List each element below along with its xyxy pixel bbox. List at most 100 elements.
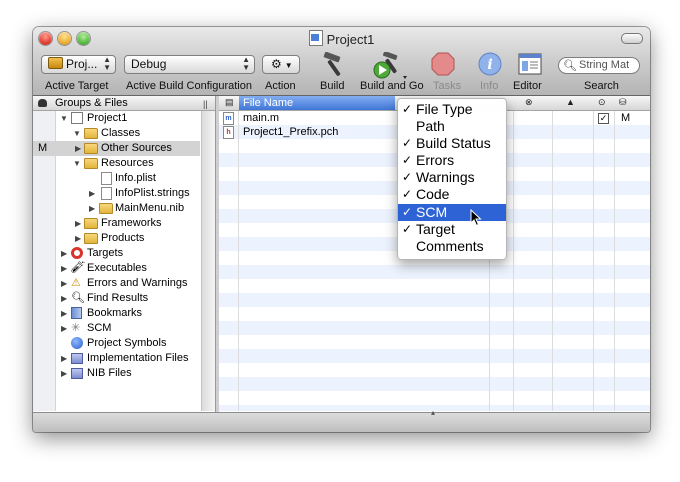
action-menu-button[interactable]: ⚙ ▼ (262, 55, 300, 74)
tasks-label: Tasks (433, 80, 462, 92)
menu-item-file-type[interactable]: ✓ File Type (398, 101, 506, 118)
build-configuration-popup[interactable]: Debug ▲ ▼ (124, 55, 255, 74)
disclosure-closed-icon[interactable]: ▶ (61, 366, 67, 381)
group-row-find-results[interactable]: ▶ 🔍︎ Find Results (33, 291, 200, 306)
target-checkbox[interactable]: ✓ (598, 113, 609, 124)
group-row-classes[interactable]: ▼ Classes (33, 126, 200, 141)
disclosure-open-icon[interactable]: ▼ (73, 156, 81, 171)
stop-icon (431, 52, 455, 76)
magnifier-icon: 🔍︎ (71, 292, 85, 304)
toolbar-toggle-button[interactable] (621, 33, 643, 44)
scm-status-badge: M (621, 112, 631, 124)
disclosure-closed-icon[interactable]: ▶ (61, 276, 67, 291)
search-field[interactable]: 🔍︎ String Mat (558, 57, 640, 74)
menu-item-label: Comments (416, 238, 484, 254)
h-file-icon: h (223, 126, 234, 139)
build-button[interactable] (320, 51, 350, 81)
file-type-column-icon[interactable]: ▤ (225, 97, 234, 108)
target-icon (48, 57, 63, 69)
groups-header[interactable]: Groups & Files || (33, 96, 215, 111)
disclosure-closed-icon[interactable]: ▶ (75, 231, 81, 246)
active-target-popup[interactable]: Proj... ▲ ▼ (41, 55, 116, 74)
tasks-button[interactable] (431, 52, 455, 79)
menu-item-scm[interactable]: ✓ SCM (398, 204, 506, 221)
group-label: Implementation Files (87, 352, 189, 364)
build-configuration-label: Active Build Configuration (126, 80, 252, 92)
window-title: Project1 (33, 30, 650, 47)
group-row-implementation-files[interactable]: ▶ Implementation Files (33, 351, 200, 366)
gear-icon: ⚙ (271, 57, 282, 71)
group-label: Info.plist (115, 172, 156, 184)
build-configuration-value: Debug (131, 57, 167, 71)
group-label: Other Sources (101, 142, 172, 154)
group-row-info-plist[interactable]: Info.plist (33, 171, 200, 186)
build-and-go-label: Build and Go (360, 80, 424, 92)
group-row-bookmarks[interactable]: ▶ Bookmarks (33, 306, 200, 321)
active-target-value: Proj... (66, 57, 98, 71)
build-and-go-button[interactable] (373, 51, 409, 83)
warnings-column-icon[interactable]: ▲ (566, 97, 575, 107)
disclosure-closed-icon[interactable]: ▶ (61, 321, 67, 336)
folder-icon (84, 233, 98, 244)
errors-column-icon[interactable]: ⊗ (525, 97, 533, 108)
mouse-cursor-icon (470, 209, 482, 227)
group-row-project[interactable]: ▼ Project1 (33, 111, 200, 126)
group-row-errors-warnings[interactable]: ▶ ⚠ Errors and Warnings (33, 276, 200, 291)
document-icon (101, 187, 112, 200)
disclosure-closed-icon[interactable]: ▶ (61, 246, 67, 261)
menu-item-label: SCM (416, 204, 448, 220)
group-label: Frameworks (101, 217, 162, 229)
popup-arrows-icon: ▲ ▼ (103, 55, 111, 72)
group-row-targets[interactable]: ▶ Targets (33, 246, 200, 261)
group-row-products[interactable]: ▶ Products (33, 231, 200, 246)
disclosure-closed-icon[interactable]: ▶ (61, 291, 67, 306)
group-row-frameworks[interactable]: ▶ Frameworks (33, 216, 200, 231)
group-label: Bookmarks (87, 307, 143, 319)
group-row-other-sources[interactable]: M ▶ Other Sources (33, 141, 200, 156)
info-button[interactable]: i (478, 52, 502, 79)
group-label: InfoPlist.strings (115, 187, 190, 199)
editor-label: Editor (513, 80, 542, 92)
scm-column-icon[interactable]: ⛁ (619, 97, 627, 108)
group-row-infoplist-strings[interactable]: ▶ InfoPlist.strings (33, 186, 200, 201)
target-column-icon[interactable]: ⊙ (598, 97, 606, 108)
column-divider (513, 111, 514, 411)
svg-text:i: i (487, 57, 492, 73)
column-divider (552, 111, 553, 411)
group-row-nib-files[interactable]: ▶ NIB Files (33, 366, 200, 381)
disclosure-closed-icon[interactable]: ▶ (75, 141, 81, 156)
editor-button[interactable] (518, 52, 542, 79)
disclosure-open-icon[interactable]: ▼ (73, 126, 81, 141)
groups-scrollbar[interactable] (201, 111, 215, 411)
checkmark-icon: ✓ (402, 170, 413, 184)
disclosure-closed-icon[interactable]: ▶ (89, 186, 95, 201)
group-row-scm[interactable]: ▶ ✳ SCM (33, 321, 200, 336)
smart-group-icon (71, 353, 83, 364)
disclosure-closed-icon[interactable]: ▶ (75, 216, 81, 231)
menu-item-errors[interactable]: ✓ Errors (398, 152, 506, 169)
menu-item-build-status[interactable]: ✓ Build Status (398, 135, 506, 152)
file-name-column-header[interactable]: File Name (239, 96, 395, 110)
scm-status-badge: M (38, 142, 48, 154)
group-row-mainmenu-nib[interactable]: ▶ MainMenu.nib (33, 201, 200, 216)
group-row-project-symbols[interactable]: Project Symbols (33, 336, 200, 351)
resize-grip-icon[interactable]: ▴ (431, 408, 435, 417)
menu-item-path[interactable]: Path (398, 118, 506, 135)
menu-item-code[interactable]: ✓ Code (398, 186, 506, 203)
menu-item-warnings[interactable]: ✓ Warnings (398, 169, 506, 186)
menu-item-target[interactable]: ✓ Target (398, 221, 506, 238)
disclosure-closed-icon[interactable]: ▶ (61, 351, 67, 366)
groups-header-label: Groups & Files (55, 97, 128, 109)
menu-item-comments[interactable]: Comments (398, 238, 506, 255)
group-label: MainMenu.nib (115, 202, 185, 214)
search-label: Search (584, 80, 619, 92)
disclosure-closed-icon[interactable]: ▶ (61, 261, 67, 276)
menu-item-label: Path (416, 118, 445, 134)
column-resize-icon[interactable]: || (203, 97, 208, 111)
disclosure-open-icon[interactable]: ▼ (60, 111, 68, 126)
group-row-executables[interactable]: ▶ 🧪︎ Executables (33, 261, 200, 276)
disclosure-closed-icon[interactable]: ▶ (61, 306, 67, 321)
group-row-resources[interactable]: ▼ Resources (33, 156, 200, 171)
disclosure-closed-icon[interactable]: ▶ (89, 201, 95, 216)
column-visibility-menu: ✓ File Type Path ✓ Build Status ✓ Errors ✓ W… (397, 98, 507, 260)
